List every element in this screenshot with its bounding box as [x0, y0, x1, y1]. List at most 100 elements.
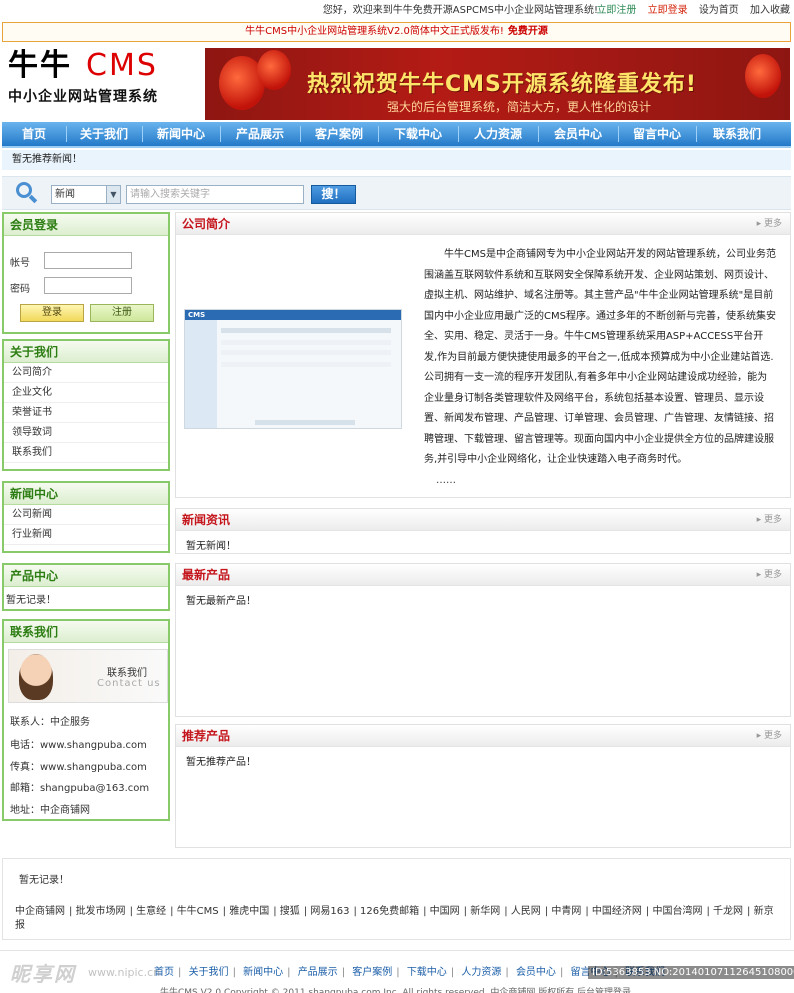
nav-news[interactable]: 新闻中心 — [144, 122, 218, 146]
company-intro-text: 牛牛CMS是中企商铺网专为中小企业网站开发的网站管理系统，公司业务范围涵盖互联网… — [424, 249, 776, 465]
nav-hr[interactable]: 人力资源 — [460, 122, 536, 146]
friend-links-box: 暂无记录！ 中企商铺网 | 批发市场网 | 生意经 | 牛牛CMS | 雅虎中国 | 搜狐… — [2, 858, 791, 940]
nav-divider — [696, 126, 697, 142]
main-nav: 首页 关于我们 新闻中心 产品展示 客户案例 下载中心 人力资源 会员中心 留言… — [2, 122, 791, 148]
footer-nav-item[interactable]: 会员中心 — [516, 967, 556, 978]
about-item-culture[interactable]: 企业文化 — [4, 383, 168, 403]
contact-email: 邮箱：shangpuba@163.com — [10, 783, 150, 794]
friend-link[interactable]: 126免费邮箱 — [360, 906, 419, 917]
nav-products[interactable]: 产品展示 — [222, 122, 298, 146]
footer-nav-item[interactable]: 下载中心 — [407, 967, 447, 978]
news-info-title: 新闻资讯 — [182, 513, 231, 527]
friend-link[interactable]: 中国经济网 — [592, 906, 642, 917]
recommended-products-title: 推荐产品 — [182, 729, 231, 743]
footer-nav-item[interactable]: 新闻中心 — [243, 967, 283, 978]
product-center-box: 产品中心 暂无记录！ — [2, 563, 170, 611]
footer-empty: 暂无记录！ — [19, 875, 69, 886]
hero-banner: 热烈祝贺牛牛CMS开源系统隆重发布! 强大的后台管理系统，简洁大方，更人性化的设… — [205, 48, 790, 120]
friend-link[interactable]: 批发市场网 — [76, 906, 126, 917]
news-center-title: 新闻中心 — [4, 483, 168, 505]
footer-nav-item[interactable]: 关于我们 — [189, 967, 229, 978]
friend-link[interactable]: 千龙网 — [713, 906, 743, 917]
friend-link[interactable]: 牛牛CMS — [177, 906, 219, 917]
friend-link[interactable]: 搜狐 — [280, 906, 300, 917]
search-category-select[interactable]: 新闻 ▼ — [51, 185, 121, 204]
nav-divider — [66, 126, 67, 142]
nav-divider — [220, 126, 221, 142]
contact-img-en: Contact us — [97, 678, 161, 689]
recommended-products-empty: 暂无推荐产品！ — [186, 757, 256, 768]
cms-screenshot: CMS — [184, 309, 402, 429]
latest-products-title: 最新产品 — [182, 568, 231, 582]
news-item-company[interactable]: 公司新闻 — [4, 505, 168, 525]
register-button[interactable]: 注册 — [90, 304, 154, 322]
more-link[interactable]: ▸ 更多 — [757, 725, 782, 747]
news-info-empty: 暂无新闻！ — [186, 541, 236, 552]
notice-text: 牛牛CMS中小企业网站管理系统V2.0简体中文正式版发布! — [245, 26, 504, 37]
member-login-box: 会员登录 帐号 密码 登录 注册 — [2, 212, 170, 334]
news-info-box: 新闻资讯 ▸ 更多 暂无新闻！ — [175, 508, 791, 554]
more-link[interactable]: ▸ 更多 — [757, 509, 782, 531]
password-input[interactable] — [44, 277, 132, 294]
nav-home[interactable]: 首页 — [4, 122, 64, 146]
footer-nav-item[interactable]: 产品展示 — [298, 967, 338, 978]
friend-link[interactable]: 雅虎中国 — [229, 906, 269, 917]
friend-link[interactable]: 人民网 — [511, 906, 541, 917]
search-input[interactable]: 请输入搜索关键字 — [126, 185, 304, 204]
search-button[interactable]: 搜！ — [311, 185, 356, 204]
watermark-url: www.nipic.cn — [88, 966, 161, 979]
account-label: 帐号 — [10, 258, 30, 269]
account-input[interactable] — [44, 252, 132, 269]
friend-link[interactable]: 中国台湾网 — [652, 906, 702, 917]
contact-phone: 电话：www.shangpuba.com — [10, 740, 147, 751]
friend-link[interactable]: 中青网 — [551, 906, 581, 917]
release-notice[interactable]: 牛牛CMS中小企业网站管理系统V2.0简体中文正式版发布! 免费开源 — [2, 22, 791, 42]
nav-contact[interactable]: 联系我们 — [698, 122, 776, 146]
notice-strong: 免费开源 — [507, 26, 548, 37]
copyright: 牛牛CMS V2.0 Copyright © 2011 shangpuba.co… — [160, 988, 632, 993]
nav-cases[interactable]: 客户案例 — [302, 122, 376, 146]
logo-subtitle: 中小企业网站管理系统 — [8, 89, 158, 105]
register-link[interactable]: 立即注册 — [596, 5, 636, 16]
footer-nav-item[interactable]: 人力资源 — [461, 967, 501, 978]
footer-nav-item[interactable]: 客户案例 — [352, 967, 392, 978]
logo-title: 牛牛 CMS — [8, 48, 158, 83]
contact-banner: 联系我们 Contact us — [8, 649, 168, 703]
nav-downloads[interactable]: 下载中心 — [380, 122, 456, 146]
contact-address: 地址：中企商铺网 — [10, 805, 90, 816]
product-center-empty: 暂无记录！ — [6, 595, 56, 606]
nav-member[interactable]: 会员中心 — [540, 122, 616, 146]
nav-divider — [378, 126, 379, 142]
recommended-products-box: 推荐产品 ▸ 更多 暂无推荐产品！ — [175, 724, 791, 848]
about-item-honors[interactable]: 荣誉证书 — [4, 403, 168, 423]
contact-title: 联系我们 — [4, 621, 168, 643]
latest-products-box: 最新产品 ▸ 更多 暂无最新产品！ — [175, 563, 791, 717]
more-link[interactable]: ▸ 更多 — [757, 564, 782, 586]
nav-guestbook[interactable]: 留言中心 — [620, 122, 694, 146]
banner-title: 热烈祝贺牛牛CMS开源系统隆重发布! — [307, 72, 697, 97]
about-item-speech[interactable]: 领导致词 — [4, 423, 168, 443]
login-button[interactable]: 登录 — [20, 304, 84, 322]
member-login-title: 会员登录 — [4, 214, 168, 236]
nav-about[interactable]: 关于我们 — [68, 122, 140, 146]
chevron-down-icon: ▼ — [106, 186, 120, 203]
friend-link[interactable]: 新华网 — [470, 906, 500, 917]
watermark-id: ID:5363853 NO:20140107112645108000 — [588, 966, 794, 979]
site-logo[interactable]: 牛牛 CMS 中小企业网站管理系统 — [8, 48, 198, 110]
add-favorite-link[interactable]: 加入收藏 — [750, 5, 790, 16]
friend-link[interactable]: 中国网 — [430, 906, 460, 917]
set-homepage-link[interactable]: 设为首页 — [699, 5, 739, 16]
about-item-profile[interactable]: 公司简介 — [4, 363, 168, 383]
news-item-industry[interactable]: 行业新闻 — [4, 525, 168, 545]
friend-link[interactable]: 网易163 — [310, 906, 349, 917]
friend-link[interactable]: 中企商铺网 — [15, 906, 65, 917]
contact-box: 联系我们 联系我们 Contact us 联系人：中企服务 电话：www.sha… — [2, 619, 170, 821]
password-label: 密码 — [10, 284, 30, 295]
intro-ellipsis: …… — [436, 475, 456, 486]
more-link[interactable]: ▸ 更多 — [757, 213, 782, 235]
watermark-brand: 昵享网 — [10, 962, 76, 986]
friend-link[interactable]: 生意经 — [136, 906, 166, 917]
about-item-contact[interactable]: 联系我们 — [4, 443, 168, 463]
login-link[interactable]: 立即登录 — [648, 5, 688, 16]
product-center-title: 产品中心 — [4, 565, 168, 587]
